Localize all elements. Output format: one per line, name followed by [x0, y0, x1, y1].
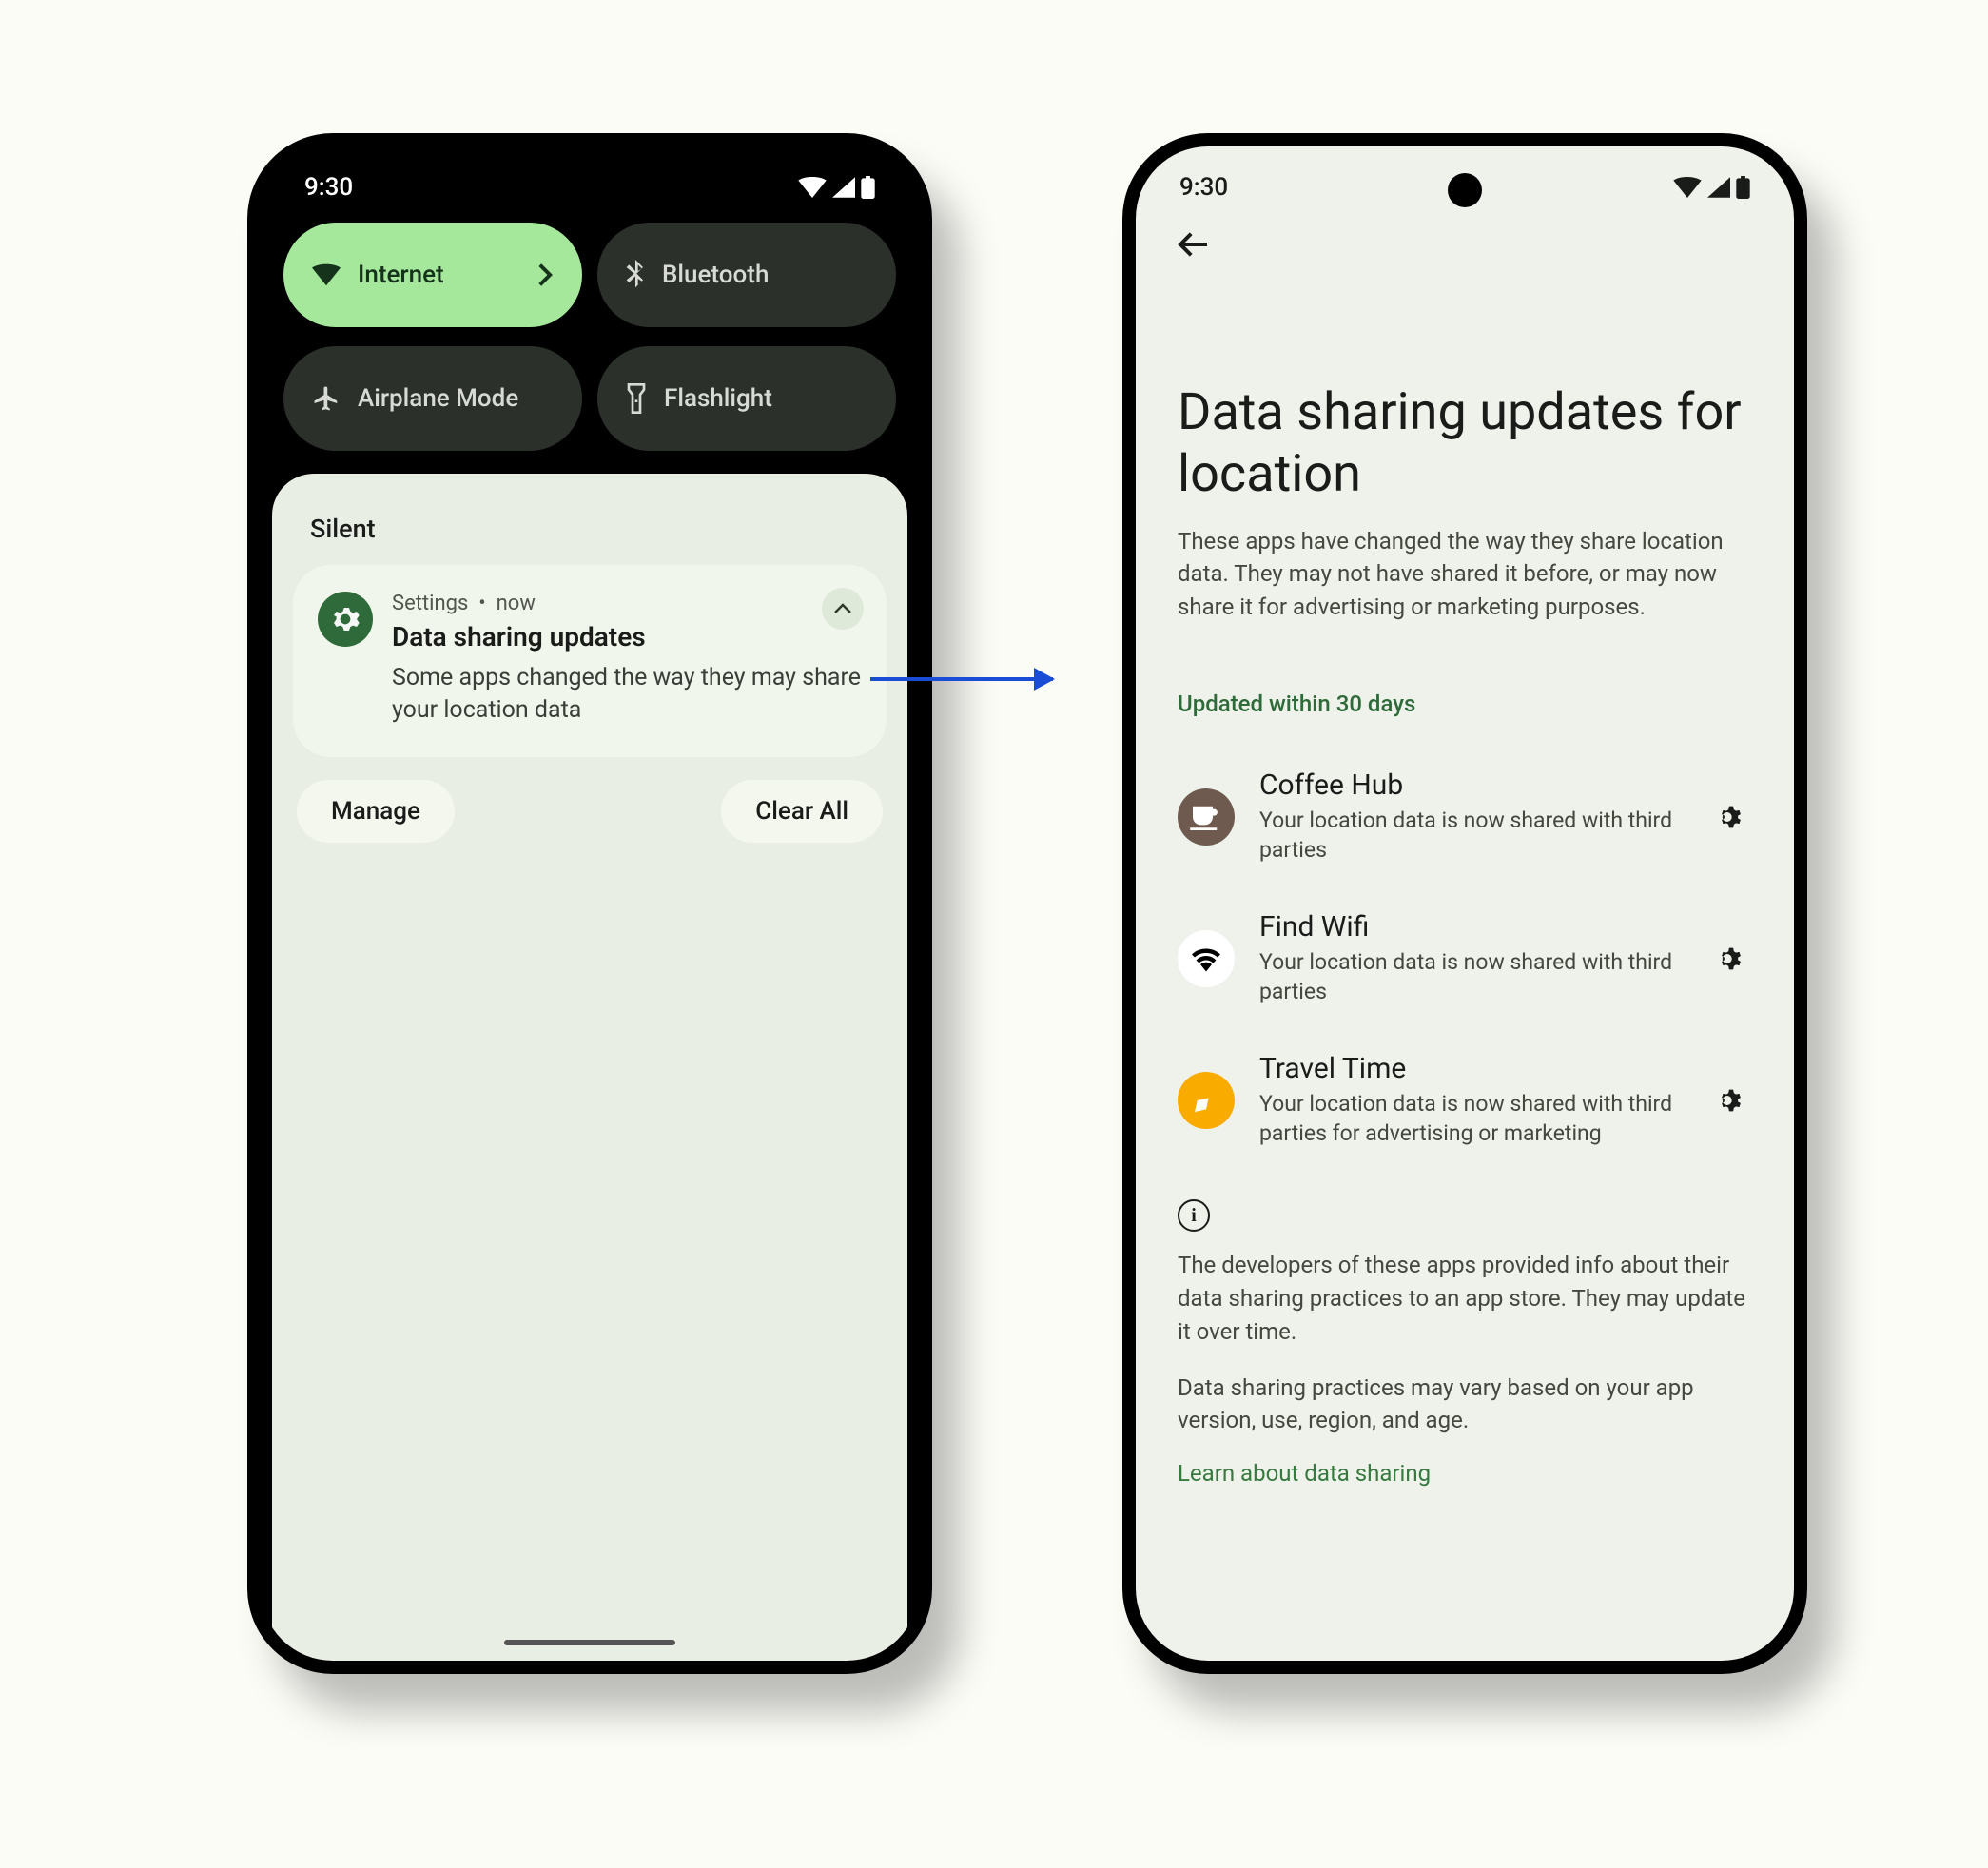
clock: 9:30	[304, 173, 353, 202]
section-label: Updated within 30 days	[1178, 691, 1752, 717]
app-settings-button[interactable]	[1710, 796, 1752, 838]
notification-time: now	[497, 592, 536, 615]
chevron-right-icon	[536, 263, 554, 287]
app-settings-button[interactable]	[1710, 1080, 1752, 1121]
app-row-travel-time[interactable]: Travel Time Your location data is now sh…	[1178, 1029, 1752, 1171]
flashlight-icon	[626, 383, 647, 414]
app-desc: Your location data is now shared with th…	[1259, 806, 1686, 865]
qs-label: Bluetooth	[662, 261, 769, 289]
clear-all-button[interactable]: Clear All	[721, 780, 883, 843]
bluetooth-icon	[626, 260, 645, 290]
camera-punch-hole	[1448, 173, 1482, 207]
notification-panel: Silent Settings • now Data sharing updat…	[272, 474, 907, 1661]
notification-title: Data sharing updates	[392, 621, 862, 652]
app-settings-button[interactable]	[1710, 938, 1752, 980]
status-icons	[1673, 176, 1750, 199]
page-subtitle: These apps have changed the way they sha…	[1178, 525, 1752, 624]
status-bar: 9:30	[261, 146, 919, 213]
qs-airplane[interactable]: Airplane Mode	[283, 346, 582, 451]
qs-label: Airplane Mode	[358, 384, 518, 413]
manage-button[interactable]: Manage	[297, 780, 455, 843]
app-desc: Your location data is now shared with th…	[1259, 1089, 1686, 1148]
airplane-icon	[312, 384, 341, 413]
home-indicator[interactable]	[504, 1640, 675, 1645]
qs-label: Internet	[358, 261, 444, 289]
chevron-up-icon	[833, 603, 852, 614]
page-title: Data sharing updates for location	[1178, 382, 1752, 506]
signal-icon	[1707, 177, 1730, 198]
qs-label: Flashlight	[664, 384, 772, 413]
qs-internet[interactable]: Internet	[283, 223, 582, 327]
wifi-app-icon	[1178, 930, 1235, 987]
status-icons	[798, 176, 875, 199]
notification-app-name: Settings	[392, 592, 468, 615]
gear-icon	[1715, 943, 1747, 975]
flow-arrow	[870, 677, 1053, 681]
settings-app-icon	[318, 592, 373, 647]
qs-flashlight[interactable]: Flashlight	[597, 346, 896, 451]
arrow-left-icon	[1178, 231, 1210, 258]
phone-settings-page: 9:30 Data sharing updates for location T…	[1122, 133, 1807, 1674]
coffee-icon	[1178, 788, 1235, 846]
phone-notification-shade: 9:30 Internet Bluetooth	[247, 133, 932, 1674]
collapse-button[interactable]	[822, 588, 864, 630]
info-text: Data sharing practices may vary based on…	[1178, 1372, 1752, 1438]
notification-card[interactable]: Settings • now Data sharing updates Some…	[293, 565, 887, 757]
app-desc: Your location data is now shared with th…	[1259, 947, 1686, 1006]
app-row-coffee-hub[interactable]: Coffee Hub Your location data is now sha…	[1178, 746, 1752, 887]
learn-link[interactable]: Learn about data sharing	[1178, 1460, 1752, 1487]
app-name: Travel Time	[1259, 1052, 1686, 1085]
battery-icon	[1736, 176, 1750, 199]
info-icon: i	[1178, 1199, 1210, 1232]
signal-icon	[832, 177, 855, 198]
battery-icon	[861, 176, 875, 199]
gear-icon	[330, 604, 361, 634]
silent-section-label: Silent	[293, 514, 887, 565]
gear-icon	[1715, 801, 1747, 833]
wifi-icon	[798, 177, 827, 198]
clock: 9:30	[1179, 173, 1228, 202]
info-block: i The developers of these apps provided …	[1178, 1199, 1752, 1487]
app-row-find-wifi[interactable]: Find Wifi Your location data is now shar…	[1178, 887, 1752, 1029]
qs-bluetooth[interactable]: Bluetooth	[597, 223, 896, 327]
notification-text: Some apps changed the way they may share…	[392, 662, 862, 727]
info-text: The developers of these apps provided in…	[1178, 1249, 1752, 1348]
gear-icon	[1715, 1084, 1747, 1117]
travel-app-icon	[1178, 1072, 1235, 1129]
app-name: Coffee Hub	[1259, 769, 1686, 802]
back-button[interactable]	[1170, 221, 1218, 268]
wifi-icon	[1673, 177, 1702, 198]
wifi-icon	[312, 263, 341, 286]
app-name: Find Wifi	[1259, 910, 1686, 944]
